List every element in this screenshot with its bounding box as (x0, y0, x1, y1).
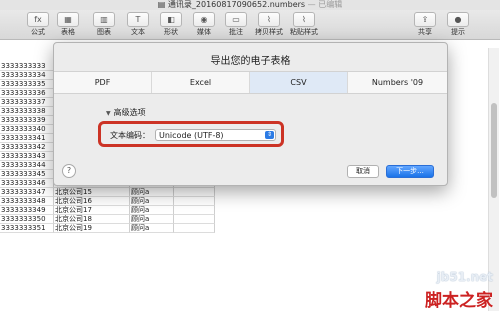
toolbar-button-7[interactable]: ⌇ 拷贝样式 (255, 12, 283, 38)
disclosure-triangle-icon: ▼ (106, 110, 111, 117)
toolbar-label: 图表 (97, 28, 111, 36)
toolbar-label: 拷贝样式 (255, 28, 283, 36)
toolbar-button-right-0[interactable]: ⇪ 共享 (411, 12, 439, 38)
table-cell[interactable] (174, 215, 215, 224)
toolbar-label: 粘贴样式 (290, 28, 318, 36)
tab-excel[interactable]: Excel (152, 72, 250, 93)
table-cell[interactable]: 3333333351 (0, 224, 54, 233)
fx-icon: fx (27, 12, 49, 27)
table-cell[interactable]: 北京公司15 (54, 188, 130, 197)
toolbar-label: 提示 (451, 28, 465, 36)
paste-style-icon: ⌇ (293, 12, 315, 27)
toolbar-button-3[interactable]: T 文本 (124, 12, 152, 38)
table-cell[interactable]: 3333333344 (0, 161, 54, 170)
table-cell[interactable]: 顾问a (130, 215, 174, 224)
export-dialog: 导出您的电子表格 PDF Excel CSV Numbers '09 ▼ 高级选项… (53, 42, 448, 186)
toolbar-label: 表格 (61, 28, 75, 36)
table-cell[interactable]: 3333333339 (0, 116, 54, 125)
window-title: ▤ 通讯录_20160817090652.numbers — 已编辑 (157, 0, 343, 9)
tab-csv[interactable]: CSV (250, 72, 348, 93)
table-row: 3333333349 北京公司17 顾问a (0, 206, 215, 215)
table-cell[interactable]: 3333333348 (0, 197, 54, 206)
toolbar-button-5[interactable]: ◉ 媒体 (190, 12, 218, 38)
table-cell[interactable]: 3333333341 (0, 134, 54, 143)
table-cell[interactable]: 3333333340 (0, 125, 54, 134)
table-cell[interactable]: 北京公司18 (54, 215, 130, 224)
toolbar-button-4[interactable]: ◧ 形状 (157, 12, 185, 38)
text-icon: T (127, 12, 149, 27)
next-button[interactable]: 下一步... (386, 165, 434, 178)
table-cell[interactable]: 3333333334 (0, 71, 54, 80)
encoding-label: 文本编码： (110, 131, 150, 140)
share-icon: ⇪ (414, 12, 436, 27)
table-cell[interactable]: 3333333336 (0, 89, 54, 98)
table-cell[interactable]: 3333333343 (0, 152, 54, 161)
chevron-updown-icon: ⇕ (265, 131, 274, 139)
table-cell[interactable]: 3333333346 (0, 179, 54, 188)
watermark: jb51.net 脚本之家 (380, 258, 495, 311)
toolbar: fx 公式 ▦ 表格 ▥ 图表 T 文本 ◧ 形状 ◉ 媒体 ▭ 批注 ⌇ 拷贝样式 ⌇ 粘贴样式 ⇪ 共享 ● 提示 (0, 10, 500, 40)
toolbar-button-2[interactable]: ▥ 图表 (90, 12, 118, 38)
table-row: 3333333347 北京公司15 顾问a (0, 188, 215, 197)
table-row: 3333333351 北京公司19 顾问a (0, 224, 215, 233)
toolbar-label: 公式 (31, 28, 45, 36)
table-cell[interactable] (174, 197, 215, 206)
advanced-options-toggle[interactable]: ▼ 高级选项 (106, 107, 146, 118)
table-cell[interactable] (174, 206, 215, 215)
table-cell[interactable]: 北京公司16 (54, 197, 130, 206)
toolbar-button-1[interactable]: ▦ 表格 (54, 12, 82, 38)
scrollbar-thumb[interactable] (491, 103, 497, 198)
watermark-brand: 脚本之家 (425, 291, 493, 311)
table-cell[interactable]: 3333333347 (0, 188, 54, 197)
table-cell[interactable]: 3333333337 (0, 98, 54, 107)
cancel-button[interactable]: 取消 (347, 165, 379, 178)
title-bar: ▤ 通讯录_20160817090652.numbers — 已编辑 (0, 0, 500, 10)
table-cell[interactable] (174, 224, 215, 233)
toolbar-button-8[interactable]: ⌇ 粘贴样式 (290, 12, 318, 38)
toolbar-button-0[interactable]: fx 公式 (24, 12, 52, 38)
table-cell[interactable]: 顾问a (130, 197, 174, 206)
table-row: 3333333348 北京公司16 顾问a (0, 197, 215, 206)
copy-style-icon: ⌇ (258, 12, 280, 27)
table-cell[interactable]: 北京公司17 (54, 206, 130, 215)
table-cell[interactable] (174, 188, 215, 197)
tab-numbers-09[interactable]: Numbers '09 (348, 72, 447, 93)
toolbar-label: 形状 (164, 28, 178, 36)
table-cell[interactable]: 3333333342 (0, 143, 54, 152)
table-cell[interactable]: 北京公司19 (54, 224, 130, 233)
table-cell[interactable]: 3333333350 (0, 215, 54, 224)
shape-icon: ◧ (160, 12, 182, 27)
encoding-value: Unicode (UTF-8) (159, 131, 224, 140)
toolbar-button-6[interactable]: ▭ 批注 (222, 12, 250, 38)
tab-pdf[interactable]: PDF (54, 72, 152, 93)
table-cell[interactable]: 3333333349 (0, 206, 54, 215)
document-icon: ▤ (157, 0, 168, 9)
table-cell[interactable]: 顾问a (130, 188, 174, 197)
table-row: 3333333350 北京公司18 顾问a (0, 215, 215, 224)
advanced-options-label: 高级选项 (113, 108, 146, 117)
table-cell[interactable]: 顾问a (130, 206, 174, 215)
dialog-title: 导出您的电子表格 (210, 56, 291, 67)
format-tabs: PDF Excel CSV Numbers '09 (54, 71, 447, 94)
table-cell[interactable]: 3333333335 (0, 80, 54, 89)
table-cell[interactable]: 3333333338 (0, 107, 54, 116)
encoding-select[interactable]: Unicode (UTF-8) ⇕ (155, 129, 276, 141)
tips-icon: ● (447, 12, 469, 27)
toolbar-label: 批注 (229, 28, 243, 36)
table-cell[interactable]: 顾问a (130, 224, 174, 233)
chart-icon: ▥ (93, 12, 115, 27)
table-cell[interactable]: 3333333333 (0, 62, 54, 71)
toolbar-label: 媒体 (197, 28, 211, 36)
media-icon: ◉ (193, 12, 215, 27)
toolbar-button-right-1[interactable]: ● 提示 (444, 12, 472, 38)
table-cell[interactable]: 3333333345 (0, 170, 54, 179)
toolbar-label: 文本 (131, 28, 145, 36)
table-icon: ▦ (57, 12, 79, 27)
watermark-url: jb51.net (436, 270, 493, 284)
toolbar-label: 共享 (418, 28, 432, 36)
comment-icon: ▭ (225, 12, 247, 27)
help-button[interactable]: ? (62, 164, 76, 178)
